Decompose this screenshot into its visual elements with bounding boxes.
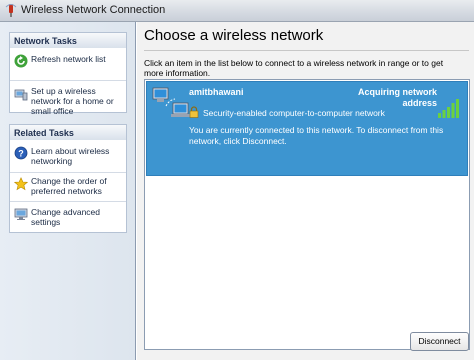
network-item-amitbhawani[interactable]: amitbhawani Acquiring network address Se… bbox=[146, 81, 468, 176]
task-pane: Network Tasks Refresh network list Set u… bbox=[0, 22, 136, 360]
security-description: Security-enabled computer-to-computer ne… bbox=[203, 108, 385, 118]
svg-text:?: ? bbox=[18, 149, 24, 159]
disconnect-button[interactable]: Disconnect bbox=[410, 332, 469, 351]
wireless-network-window: Wireless Network Connection Network Task… bbox=[0, 0, 474, 360]
help-icon: ? bbox=[14, 146, 28, 160]
network-list[interactable]: amitbhawani Acquiring network address Se… bbox=[144, 79, 470, 350]
refresh-network-list-task[interactable]: Refresh network list bbox=[10, 52, 126, 80]
refresh-network-list-label: Refresh network list bbox=[31, 54, 106, 64]
related-tasks-group: Related Tasks ? Learn about wireless net… bbox=[9, 124, 127, 233]
learn-wireless-networking-task[interactable]: ? Learn about wireless networking bbox=[10, 144, 126, 172]
signal-strength-icon bbox=[438, 99, 459, 118]
change-advanced-settings-label: Change advanced settings bbox=[31, 207, 101, 227]
instructions-text: Click an item in the list below to conne… bbox=[144, 58, 444, 78]
setup-network-icon bbox=[14, 89, 28, 101]
page-title: Choose a wireless network bbox=[144, 27, 324, 44]
change-preferred-order-task[interactable]: Change the order of preferred networks bbox=[10, 172, 126, 201]
settings-icon bbox=[14, 208, 28, 220]
connection-message: You are currently connected to this netw… bbox=[189, 125, 444, 146]
related-tasks-header[interactable]: Related Tasks bbox=[9, 124, 127, 140]
computer-to-computer-icon bbox=[152, 87, 190, 117]
learn-wireless-networking-label: Learn about wireless networking bbox=[31, 146, 110, 166]
change-preferred-order-label: Change the order of preferred networks bbox=[31, 176, 107, 196]
setup-wireless-network-task[interactable]: Set up a wireless network for a home or … bbox=[10, 80, 126, 116]
window-title: Wireless Network Connection bbox=[21, 4, 166, 16]
refresh-icon bbox=[14, 54, 28, 68]
title-bar[interactable]: Wireless Network Connection bbox=[0, 0, 474, 22]
network-name: amitbhawani bbox=[189, 87, 244, 97]
star-icon bbox=[14, 177, 28, 191]
lock-icon bbox=[189, 106, 199, 118]
wireless-network-icon bbox=[5, 4, 17, 17]
setup-wireless-network-label: Set up a wireless network for a home or … bbox=[31, 86, 114, 116]
title-divider bbox=[144, 50, 469, 51]
connection-status: Acquiring network address bbox=[357, 87, 437, 108]
main-panel: Choose a wireless network Click an item … bbox=[137, 22, 474, 360]
network-tasks-group: Network Tasks Refresh network list Set u… bbox=[9, 32, 127, 116]
network-tasks-header[interactable]: Network Tasks bbox=[9, 32, 127, 48]
change-advanced-settings-task[interactable]: Change advanced settings bbox=[10, 201, 126, 230]
